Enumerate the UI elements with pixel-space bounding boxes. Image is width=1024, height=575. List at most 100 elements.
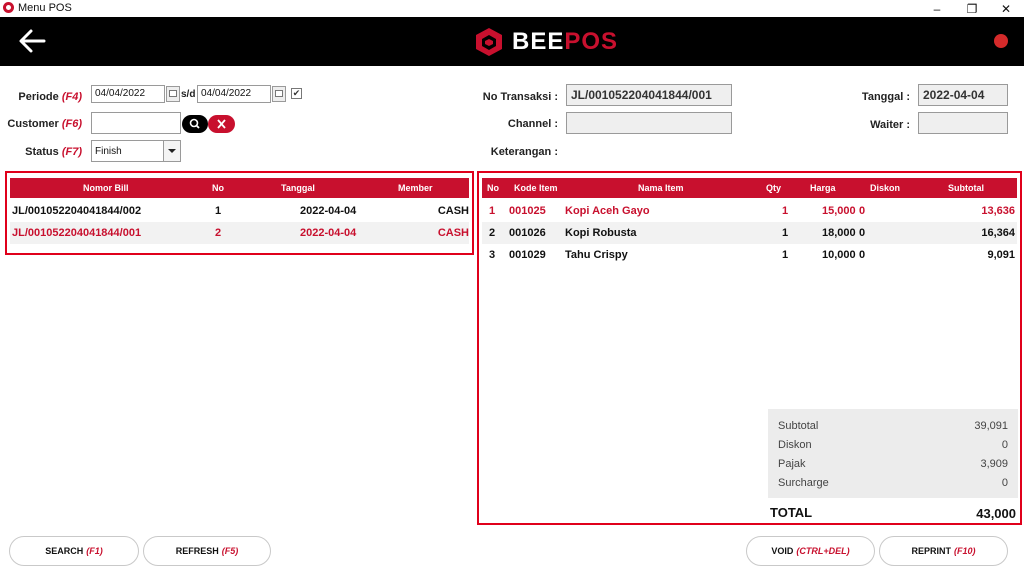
item-nama: Tahu Crispy [565,249,628,261]
sd-label: s/d [181,89,196,100]
col-diskon: Diskon [870,183,901,193]
col-tanggal: Tanggal [281,183,315,193]
search-icon [189,118,200,129]
item-no: 2 [489,227,496,239]
summary-box: Subtotal 39,091 Diskon 0 Pajak 3,909 Sur… [768,409,1018,498]
window-title: Menu POS [18,2,72,14]
col-nomor-bill: Nomor Bill [83,183,129,193]
search-button[interactable]: SEARCH (F1) [9,536,139,566]
col-kode-item: Kode Item [514,183,558,193]
item-subtotal: 16,364 [981,227,1015,239]
summary-pajak-label: Pajak [778,458,806,470]
tanggal-label: Tanggal : [861,91,910,103]
status-label: Status (F7) [25,146,82,158]
date-checkbox[interactable]: ✔ [291,88,302,99]
total-label: TOTAL [770,505,813,520]
bill-tanggal: 2022-04-04 [300,227,357,239]
no-transaksi-label: No Transaksi : [482,91,558,103]
app-icon [3,2,14,13]
item-harga: 10,000 [822,249,856,261]
reprint-button[interactable]: REPRINT (F10) [879,536,1008,566]
bill-member: CASH [437,205,469,217]
void-button[interactable]: VOID (CTRL+DEL) [746,536,875,566]
hexagon-logo-icon [476,28,502,56]
brand-logo: BEEPOS [474,27,618,57]
no-transaksi-field: JL/001052204041844/001 [566,84,732,106]
clear-customer-button[interactable] [208,115,235,133]
item-kode: 001025 [509,205,546,217]
item-row[interactable]: 3 001029 Tahu Crispy 1 10,000 0 9,091 [482,244,1017,266]
channel-label: Channel : [507,118,558,130]
item-diskon: 0 [859,249,866,261]
status-value: Finish [95,146,122,157]
chevron-down-icon [163,141,180,161]
search-customer-button[interactable] [182,115,208,133]
back-arrow-icon[interactable] [18,27,46,55]
col-nama-item: Nama Item [638,183,684,193]
keterangan-label: Keterangan : [490,146,558,158]
bills-table: Nomor Bill No Tanggal Member JL/00105220… [5,171,474,255]
restore-button[interactable]: ❐ [955,0,989,17]
item-diskon: 0 [859,227,866,239]
item-nama: Kopi Aceh Gayo [565,205,650,217]
summary-diskon-label: Diskon [778,439,812,451]
item-kode: 001026 [509,227,546,239]
date-from-input[interactable]: 04/04/2022 [91,85,165,103]
status-dot-icon [994,34,1008,48]
title-bar: Menu POS – ❐ ✕ [0,0,1024,17]
summary-surcharge-label: Surcharge [778,477,829,489]
close-icon [217,119,226,129]
col-qty: Qty [766,183,782,193]
item-subtotal: 9,091 [987,249,1015,261]
item-harga: 18,000 [822,227,856,239]
item-row[interactable]: 2 001026 Kopi Robusta 1 18,000 0 16,364 [482,222,1017,244]
app-header: BEEPOS [0,17,1024,66]
close-window-button[interactable]: ✕ [989,0,1023,17]
col-harga: Harga [810,183,836,193]
periode-label: Periode (F4) [18,91,82,103]
refresh-button[interactable]: REFRESH (F5) [143,536,271,566]
item-no: 3 [489,249,496,261]
summary-pajak-value: 3,909 [980,458,1008,470]
bill-no: 1 [215,205,222,217]
col-member: Member [398,183,433,193]
waiter-label: Waiter : [870,119,910,131]
bill-member: CASH [437,227,469,239]
bill-row[interactable]: JL/001052204041844/002 1 2022-04-04 CASH [10,200,469,222]
summary-subtotal-label: Subtotal [778,420,819,432]
item-qty: 1 [782,227,789,239]
total-value: 43,000 [976,506,1016,521]
customer-label: Customer (F6) [7,118,82,130]
status-select[interactable]: Finish [91,140,181,162]
item-harga: 15,000 [822,205,856,217]
item-subtotal: 13,636 [981,205,1015,217]
item-no: 1 [489,205,496,217]
item-kode: 001029 [509,249,546,261]
summary-diskon-value: 0 [1001,439,1008,451]
bills-table-header: Nomor Bill No Tanggal Member [10,178,469,198]
waiter-field [918,112,1008,134]
item-nama: Kopi Robusta [565,227,637,239]
calendar-from-icon[interactable] [166,86,180,102]
items-table-header: No Kode Item Nama Item Qty Harga Diskon … [482,178,1017,198]
bill-row-selected[interactable]: JL/001052204041844/001 2 2022-04-04 CASH [10,222,469,244]
bill-no: 2 [215,227,222,239]
col-subtotal: Subtotal [948,183,984,193]
bill-tanggal: 2022-04-04 [300,205,357,217]
brand-name: BEEPOS [512,28,619,55]
channel-field [566,112,732,134]
minimize-button[interactable]: – [920,0,954,17]
summary-surcharge-value: 0 [1001,477,1008,489]
date-to-input[interactable]: 04/04/2022 [197,85,271,103]
summary-subtotal-value: 39,091 [974,420,1008,432]
item-qty: 1 [782,249,789,261]
calendar-to-icon[interactable] [272,86,286,102]
col-no: No [487,183,499,193]
item-qty: 1 [782,205,789,217]
customer-input[interactable] [91,112,181,134]
tanggal-field: 2022-04-04 [918,84,1008,106]
item-row-selected[interactable]: 1 001025 Kopi Aceh Gayo 1 15,000 0 13,63… [482,200,1017,222]
bill-nomor: JL/001052204041844/002 [12,205,142,217]
bill-nomor: JL/001052204041844/001 [12,227,142,239]
col-no: No [212,183,224,193]
